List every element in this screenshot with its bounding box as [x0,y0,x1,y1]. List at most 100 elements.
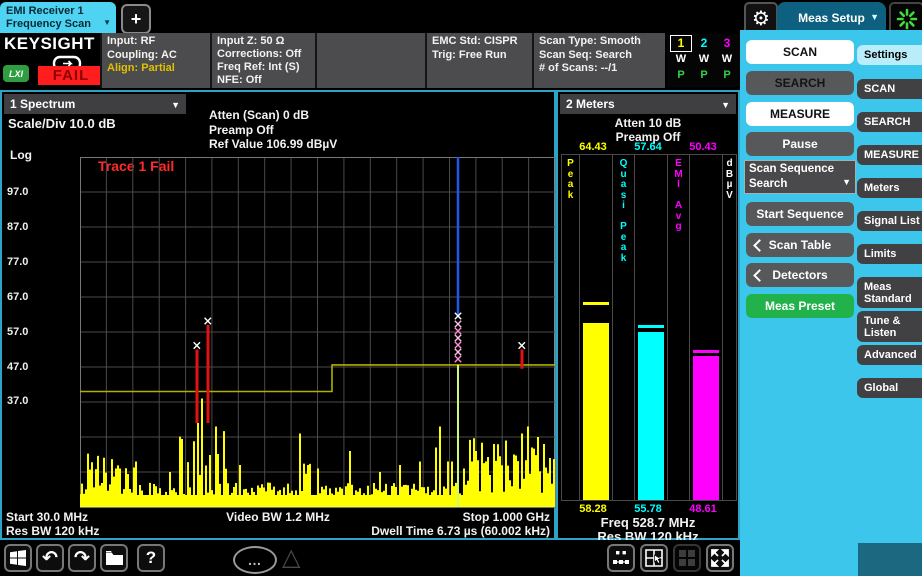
help-icon[interactable]: ? [137,544,165,572]
y-tick: 47.0 [7,361,47,373]
y-tick: 87.0 [7,221,47,233]
meter-max-qpeak: 57.64 [621,141,675,153]
screen-tab-line1: EMI Receiver 1 [6,5,102,18]
meas-preset-button[interactable]: Meas Preset [746,294,854,318]
preamp-label: Preamp Off [209,123,429,138]
tab-advanced[interactable]: Advanced [857,345,922,365]
screen-tab-line2: Frequency Scan [6,18,102,31]
undo-icon[interactable]: ↶ [36,544,64,572]
meter-peakhold-avg [693,350,719,353]
ref-value-label: Ref Value 106.99 dBµV [209,137,429,152]
corner-panel [858,543,922,576]
meter-value-avg: 48.61 [676,503,730,515]
start-sequence-button[interactable]: Start Sequence [746,202,854,226]
alert-triangle-icon: △ [282,543,300,572]
add-screen-button[interactable]: + [121,4,151,34]
status-panel-input: Input: RF Coupling: AC Align: Partial [100,33,210,88]
meas-setup-menu[interactable]: Meas Setup ▼ [777,2,886,33]
tab-global[interactable]: Global [857,378,922,398]
window-grid-icon[interactable] [673,544,701,572]
select-window-icon[interactable] [640,544,668,572]
spectrum-title-dropdown[interactable]: 1 Spectrum ▼ [4,94,186,114]
chevron-down-icon: ▼ [870,12,879,22]
screen-tab[interactable]: EMI Receiver 1 Frequency Scan ▼ [0,2,116,33]
y-tick: 67.0 [7,291,47,303]
scan-table-button[interactable]: Scan Table [746,233,854,257]
status-trigger: Trig: Free Run [432,49,532,63]
tab-limits[interactable]: Limits [857,244,922,264]
search-button[interactable]: SEARCH [746,71,854,95]
y-tick: 37.0 [7,395,47,407]
tab-search[interactable]: SEARCH [857,112,922,132]
y-tick: 77.0 [7,256,47,268]
emi-receiver-app: EMI Receiver 1 Frequency Scan ▼ + ⚙ Meas… [0,0,922,576]
redo-icon[interactable]: ↷ [68,544,96,572]
spectrum-window[interactable]: 1 Spectrum ▼ Scale/Div 10.0 dB Atten (Sc… [0,90,556,540]
y-tick: 57.0 [7,326,47,338]
scan-table-label: Scan Table [769,238,831,252]
expand-fullscreen-icon[interactable] [706,544,734,572]
meter-value-qpeak: 55.78 [621,503,675,515]
scan-sequence-value: Search [749,177,851,192]
chevron-left-icon [753,239,766,252]
status-panel-empty [315,33,425,88]
lxi-badge: LXI [3,65,29,82]
chevron-down-icon: ▼ [721,95,730,115]
meter-indicator-block: 1 W P 2 W P 3 W P [667,34,740,87]
meter2-indicator[interactable]: 2 [694,36,714,51]
meter-bar-peak [583,323,609,500]
tab-measure[interactable]: MEASURE [857,145,922,165]
status-input: Input: RF [107,35,210,49]
meter-bar-peak-track [580,155,613,500]
status-freq-ref: Freq Ref: Int (S) [217,61,315,74]
status-corrections: Corrections: Off [217,48,315,61]
status-scan-type: Scan Type: Smooth [539,35,665,49]
windows-start-icon[interactable] [4,544,32,572]
meter1-indicator[interactable]: 1 [671,36,691,51]
layout-sequence-icon[interactable] [607,544,635,572]
res-bw-label: Res BW 120 kHz [6,524,99,538]
meter3-indicator[interactable]: 3 [717,36,737,51]
scan-button[interactable]: SCAN [746,40,854,64]
scan-sequence-label: Scan Sequence [749,162,851,177]
meter1-detector: W [671,53,691,65]
status-align: Align: Partial [107,62,210,76]
keysight-logo: KEYSIGHT [4,34,99,54]
atten-label: Atten (Scan) 0 dB [209,108,429,123]
scan-sequence-dropdown[interactable]: Scan Sequence Search ▼ [744,160,856,194]
stop-freq-label: Stop 1.000 GHz [463,510,550,524]
pause-button[interactable]: Pause [746,132,854,156]
tab-meas-standard[interactable]: Meas Standard [857,277,922,308]
status-coupling: Coupling: AC [107,49,210,63]
status-panel-emc: EMC Std: CISPR Trig: Free Run [425,33,532,88]
meters-window[interactable]: 2 Meters ▼ Atten 10 dB Preamp Off 64.43 … [556,90,740,540]
tab-tune-listen[interactable]: Tune & Listen [857,311,922,342]
chevron-left-icon [753,269,766,282]
meas-annotations: Atten (Scan) 0 dB Preamp Off Ref Value 1… [209,108,429,152]
meter-max-avg: 50.43 [676,141,730,153]
tab-meters[interactable]: Meters [857,178,922,198]
spectrum-title: 1 Spectrum [10,97,75,111]
meter-bar-avg [693,356,719,500]
meter-bars-area: P e a k Q u a s i P e a k E M I A v g d … [561,154,737,501]
chevron-down-icon: ▼ [171,95,180,115]
scale-div-label: Scale/Div 10.0 dB [8,116,116,131]
meter-value-peak: 58.28 [566,503,620,515]
tab-signal-list[interactable]: Signal List [857,211,922,231]
tab-settings[interactable]: Settings [857,45,922,65]
meter1-state: P [671,69,691,81]
tab-scan[interactable]: SCAN [857,79,922,99]
meters-atten-label: Atten 10 dB [558,116,738,130]
detectors-button[interactable]: Detectors [746,263,854,287]
fail-status-badge: FAIL [38,66,104,85]
measure-button[interactable]: MEASURE [746,102,854,126]
meters-title-dropdown[interactable]: 2 Meters ▼ [560,94,736,114]
meas-setup-label: Meas Setup [798,11,865,25]
status-panel-scan: Scan Type: Smooth Scan Seq: Search # of … [532,33,665,88]
dwell-time-label: Dwell Time 6.73 µs (60.002 kHz) [371,524,550,538]
meter-freq-label: Freq 528.7 MHz [558,515,738,530]
spectrum-plot[interactable] [80,157,556,508]
folder-icon[interactable] [100,544,128,572]
status-input-z: Input Z: 50 Ω [217,35,315,48]
message-bubble-icon[interactable]: … [233,546,277,574]
